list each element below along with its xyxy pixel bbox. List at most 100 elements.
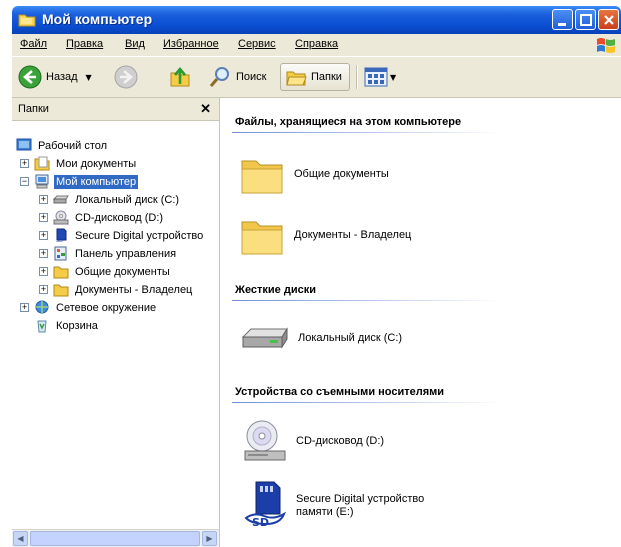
- back-dropdown-icon[interactable]: ▼: [86, 73, 92, 82]
- folders-pane-close-icon[interactable]: ✕: [200, 101, 211, 117]
- network-icon: [35, 300, 49, 314]
- menu-view[interactable]: Вид: [125, 38, 145, 50]
- toolbar-separator: [356, 65, 358, 89]
- back-arrow-icon: [18, 65, 42, 89]
- tree-item-local-disk[interactable]: + Локальный диск (C:): [39, 191, 181, 208]
- expand-icon[interactable]: +: [39, 267, 48, 276]
- scroll-thumb[interactable]: [30, 531, 200, 546]
- tree-item-my-computer[interactable]: − Мой компьютер: [20, 173, 139, 190]
- forward-button[interactable]: [114, 63, 138, 91]
- menu-edit[interactable]: Правка: [66, 38, 103, 50]
- folders-pane-header: Папки ✕: [12, 98, 219, 121]
- expand-icon[interactable]: +: [20, 159, 29, 168]
- cd-drive-icon: [244, 420, 286, 461]
- folders-button[interactable]: Папки: [280, 63, 350, 91]
- tree-item-shared-documents[interactable]: + Общие документы: [39, 263, 172, 280]
- my-computer-icon: [35, 174, 49, 189]
- windows-logo-icon: [597, 38, 615, 53]
- tree-label: CD-дисковод (D:): [75, 211, 164, 224]
- desktop-icon: [16, 138, 32, 151]
- window-title: Мой компьютер: [42, 11, 153, 27]
- hard-disk-icon: [241, 327, 288, 349]
- collapse-icon[interactable]: −: [20, 177, 29, 186]
- tree-item-control-panel[interactable]: + Панель управления: [39, 245, 178, 262]
- tree-label: Общие документы: [75, 265, 170, 278]
- tree-label: Secure Digital устройство: [75, 229, 204, 242]
- folder-icon: [53, 266, 69, 279]
- close-icon: [604, 15, 614, 25]
- item-label: Документы - Владелец: [294, 229, 412, 241]
- search-button[interactable]: Поиск: [208, 63, 266, 91]
- item-cd-drive[interactable]: CD-дисковод (D:): [242, 418, 384, 464]
- expand-icon[interactable]: +: [39, 249, 48, 258]
- tree-item-desktop[interactable]: Рабочий стол: [16, 137, 109, 154]
- maximize-icon: [580, 14, 592, 26]
- folder-icon: [241, 160, 283, 194]
- group-header-hard-disks: Жесткие диски: [235, 284, 316, 296]
- content-pane: Файлы, хранящиеся на этом компьютере Общ…: [220, 98, 621, 547]
- menu-file[interactable]: Файл: [20, 38, 47, 50]
- sd-card-icon: SD: [244, 481, 287, 529]
- views-dropdown-icon[interactable]: ▼: [390, 73, 396, 82]
- search-label: Поиск: [236, 71, 267, 83]
- menu-bar: Файл Правка Вид Избранное Сервис Справка: [12, 34, 621, 57]
- svg-text:SD: SD: [56, 238, 63, 243]
- tree-label: Рабочий стол: [38, 139, 108, 152]
- search-icon: [209, 67, 229, 87]
- explorer-window: Мой компьютер Файл Правка Вид Избранное …: [12, 6, 621, 547]
- tree-item-recycle-bin[interactable]: Корзина: [34, 317, 100, 334]
- views-icon: [364, 67, 388, 87]
- group-divider: [232, 402, 504, 403]
- forward-arrow-icon: [114, 65, 138, 89]
- item-sd-device[interactable]: SD Secure Digital устройство памяти (E:): [242, 480, 446, 532]
- recycle-bin-icon: [37, 320, 47, 333]
- item-local-disk[interactable]: Локальный диск (C:): [240, 323, 402, 353]
- tree-label: Локальный диск (C:): [75, 193, 180, 206]
- tree-label: Сетевое окружение: [56, 301, 157, 314]
- up-folder-icon: [170, 66, 190, 87]
- tree-label: Документы - Владелец: [75, 283, 193, 296]
- tree-item-sd-device[interactable]: + SD Secure Digital устройство: [39, 227, 205, 244]
- expand-icon[interactable]: +: [39, 285, 48, 294]
- folder-icon: [241, 221, 283, 255]
- up-folder-button[interactable]: [168, 63, 192, 91]
- maximize-button[interactable]: [575, 9, 596, 30]
- title-bar[interactable]: Мой компьютер: [12, 6, 621, 34]
- tree-item-network[interactable]: + Сетевое окружение: [20, 299, 158, 316]
- menu-favorites[interactable]: Избранное: [163, 38, 219, 50]
- expand-icon[interactable]: +: [39, 231, 48, 240]
- scroll-left-icon[interactable]: ◀: [13, 531, 28, 546]
- views-button[interactable]: ▼: [364, 63, 396, 91]
- sd-card-icon: SD: [56, 228, 67, 243]
- expand-icon[interactable]: +: [20, 303, 29, 312]
- scroll-right-icon[interactable]: ▶: [202, 531, 217, 546]
- item-shared-documents[interactable]: Общие документы: [240, 153, 389, 195]
- group-header-stored-files: Файлы, хранящиеся на этом компьютере: [235, 116, 462, 128]
- expand-icon[interactable]: +: [39, 195, 48, 204]
- item-owner-documents[interactable]: Документы - Владелец: [240, 214, 411, 256]
- item-label: Secure Digital устройство памяти (E:): [296, 493, 425, 518]
- toolbar: Назад ▼ Поиск Папки ▼: [12, 57, 621, 98]
- minimize-button[interactable]: [552, 9, 573, 30]
- control-panel-icon: [54, 246, 67, 261]
- back-button[interactable]: Назад ▼: [18, 63, 92, 91]
- my-computer-icon: [18, 14, 36, 27]
- tree-label: Мой компьютер: [54, 174, 139, 189]
- svg-text:SD: SD: [252, 516, 269, 529]
- folders-icon: [286, 71, 307, 86]
- folders-label: Папки: [311, 71, 342, 83]
- item-label: Общие документы: [294, 168, 389, 180]
- horizontal-scrollbar[interactable]: ◀ ▶: [12, 529, 219, 547]
- menu-tools[interactable]: Сервис: [238, 38, 276, 50]
- tree-item-cd-drive[interactable]: + CD-дисковод (D:): [39, 209, 165, 226]
- my-documents-icon: [34, 156, 50, 171]
- close-button[interactable]: [598, 9, 619, 30]
- tree-item-my-documents[interactable]: + Мои документы: [20, 155, 138, 172]
- menu-help[interactable]: Справка: [295, 38, 338, 50]
- folders-pane: Папки ✕ Рабочий стол + Мои документы − М…: [12, 98, 220, 547]
- tree-item-owner-documents[interactable]: + Документы - Владелец: [39, 281, 194, 298]
- tree-label: Корзина: [56, 319, 98, 332]
- expand-icon[interactable]: +: [39, 213, 48, 222]
- group-header-removable: Устройства со съемными носителями: [235, 386, 445, 398]
- item-label: CD-дисковод (D:): [296, 435, 385, 447]
